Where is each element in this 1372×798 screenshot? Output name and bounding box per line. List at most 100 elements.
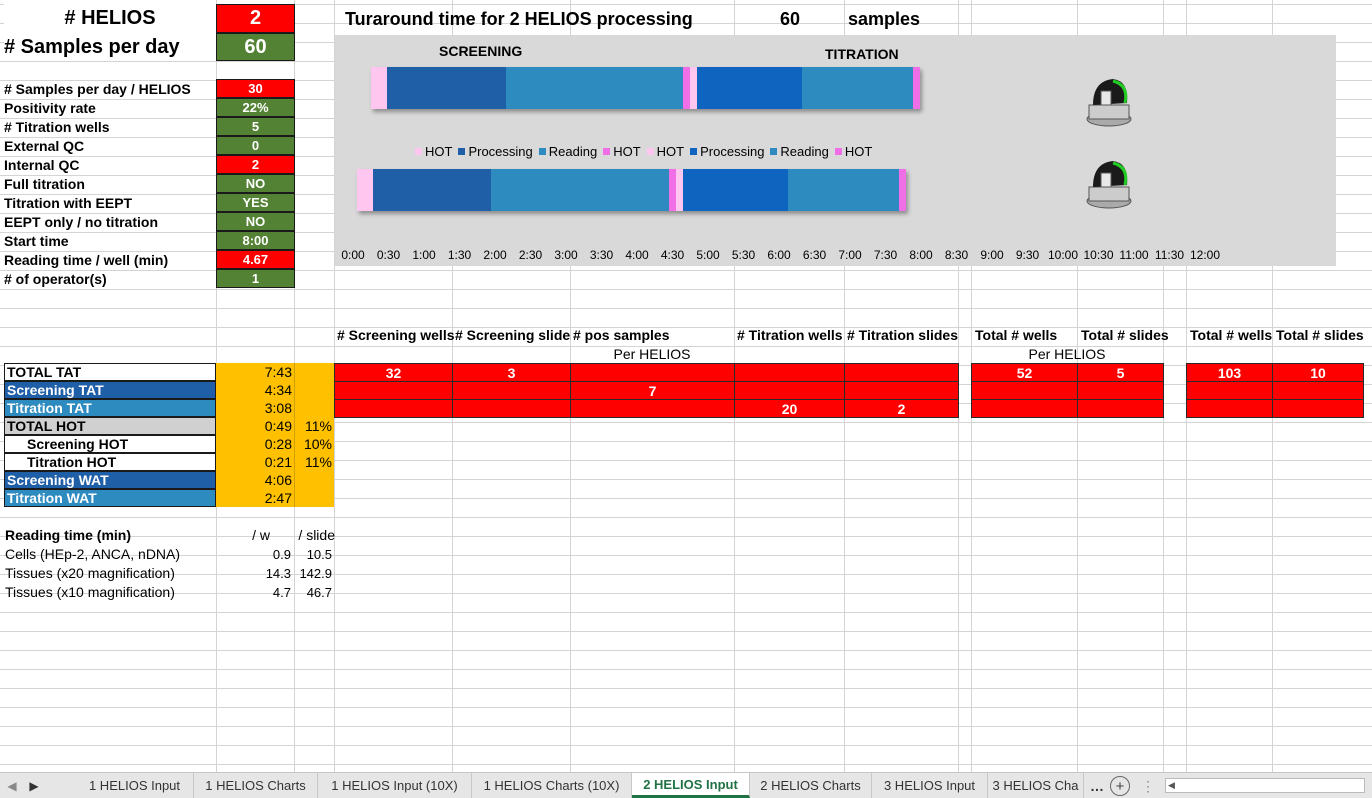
x-tick-label: 10:30 [1083, 248, 1114, 262]
cell-empty[interactable] [844, 363, 959, 382]
bar-segment-reading [801, 67, 914, 109]
add-sheet-icon[interactable]: + [1110, 776, 1130, 796]
bar-segment-hot [668, 169, 677, 211]
header-total-slides: Total # slides [1081, 327, 1169, 343]
legend-item: HOT [834, 143, 873, 159]
sheet-tab[interactable]: 1 HELIOS Input [76, 773, 194, 798]
tat-value[interactable]: 0:49 [216, 417, 295, 435]
sheet-tab[interactable]: 2 HELIOS Charts [750, 773, 872, 798]
x-tick-label: 8:00 [909, 248, 933, 262]
cell-empty[interactable] [1272, 399, 1364, 418]
tat-percent: 11% [294, 417, 334, 435]
cell-empty[interactable] [452, 399, 571, 418]
tat-value[interactable]: 4:34 [216, 381, 295, 399]
x-tick-label: 5:00 [696, 248, 720, 262]
param-label: Titration with EEPT [4, 194, 133, 211]
param-value[interactable]: 30 [216, 79, 295, 98]
cell-empty[interactable] [734, 363, 845, 382]
x-tick-label: 9:00 [980, 248, 1004, 262]
cell-empty[interactable] [971, 399, 1078, 418]
cell-empty[interactable] [971, 381, 1078, 400]
header-total-wells: Total # wells [975, 327, 1058, 343]
titration-slides-value[interactable]: 2 [844, 399, 959, 418]
x-tick-label: 1:00 [412, 248, 436, 262]
cell-empty[interactable] [334, 399, 453, 418]
scroll-right-icon[interactable]: ▶ [26, 777, 42, 795]
legend-label: HOT [844, 143, 873, 159]
cell-empty[interactable] [334, 381, 453, 400]
x-tick-label: 3:00 [554, 248, 578, 262]
legend-label: Processing [468, 143, 533, 159]
pos-samples-value[interactable]: 7 [570, 381, 735, 400]
bar-segment-processing [372, 169, 492, 211]
cell-empty[interactable] [1186, 399, 1273, 418]
bar-segment-hot [370, 67, 388, 109]
cell-empty[interactable] [1186, 381, 1273, 400]
cell-empty[interactable] [1077, 399, 1164, 418]
total-wells-value[interactable]: 52 [971, 363, 1078, 382]
cell-empty[interactable] [570, 399, 735, 418]
legend-swatch [834, 147, 842, 155]
param-value[interactable]: NO [216, 174, 295, 193]
tat-label: TOTAL HOT [4, 417, 216, 435]
spreadsheet-grid[interactable]: # HELIOS 2 # Samples per day 60 Turaroun… [0, 0, 1372, 772]
cell-empty[interactable] [452, 381, 571, 400]
samples-per-day-value[interactable]: 60 [216, 33, 295, 61]
gantt-chart[interactable]: SCREENING TITRATION HOT Processing Reading… [335, 35, 1336, 266]
param-value[interactable]: 22% [216, 98, 295, 117]
sheet-tab[interactable]: 3 HELIOS Cha [988, 773, 1084, 798]
header-titration-wells: # Titration wells [737, 327, 843, 343]
split-handle-icon[interactable]: ⋮ [1143, 777, 1153, 795]
param-value[interactable]: NO [216, 212, 295, 231]
bar-segment-hot [676, 169, 684, 211]
x-tick-label: 7:30 [873, 248, 898, 262]
param-value[interactable]: YES [216, 193, 295, 212]
sheet-tab-bar: ◀ ▶ 1 HELIOS Input 1 HELIOS Charts 1 HELIO… [0, 772, 1372, 798]
param-value[interactable]: 5 [216, 117, 295, 136]
legend-item: HOT [415, 144, 452, 159]
cell-empty[interactable] [844, 381, 959, 400]
scroll-left-icon[interactable]: ◀ [4, 777, 20, 795]
legend-swatch [415, 147, 422, 155]
tat-value[interactable]: 7:43 [216, 363, 295, 381]
tat-value[interactable]: 0:28 [216, 435, 295, 453]
tat-value[interactable]: 4:06 [216, 471, 295, 489]
param-value[interactable]: 1 [216, 269, 295, 288]
horizontal-scrollbar[interactable]: ◀ [1165, 778, 1365, 793]
chart-heading-suffix: samples [848, 8, 921, 29]
screening-slides-value[interactable]: 3 [452, 363, 571, 382]
titration-wells-value[interactable]: 20 [734, 399, 845, 418]
reading-col-slide: / slide [298, 527, 335, 543]
more-tabs-icon[interactable]: … [1086, 777, 1108, 795]
param-label: # of operator(s) [4, 270, 107, 287]
param-value[interactable]: 2 [216, 155, 295, 174]
tat-value[interactable]: 0:21 [216, 453, 295, 471]
cell-empty[interactable] [570, 363, 735, 382]
sheet-tab[interactable]: 1 HELIOS Input (10X) [318, 773, 472, 798]
legend-item: Processing [690, 144, 764, 159]
per-helios-caption-totals: Per HELIOS [1028, 346, 1106, 362]
bar-segment-hot [356, 169, 373, 211]
x-tick-label: 11:30 [1154, 248, 1185, 262]
sheet-tab[interactable]: 2 HELIOS Input [632, 773, 750, 798]
scrollbar-left-arrow-icon[interactable]: ◀ [1166, 780, 1175, 791]
cell-empty[interactable] [734, 381, 845, 400]
cell-empty[interactable] [1272, 381, 1364, 400]
tat-value[interactable]: 3:08 [216, 399, 295, 417]
param-label: Start time [4, 232, 69, 249]
total-wells-all-value[interactable]: 103 [1186, 363, 1273, 382]
helios-count-value[interactable]: 2 [216, 4, 295, 33]
sheet-tab[interactable]: 3 HELIOS Input [872, 773, 988, 798]
total-slides-value[interactable]: 5 [1077, 363, 1164, 382]
sheet-tab[interactable]: 1 HELIOS Charts (10X) [472, 773, 632, 798]
total-slides-all-value[interactable]: 10 [1272, 363, 1364, 382]
per-helios-caption: Per HELIOS [613, 346, 691, 362]
tat-percent: 11% [294, 453, 334, 471]
screening-wells-value[interactable]: 32 [334, 363, 453, 382]
param-value[interactable]: 0 [216, 136, 295, 155]
param-value[interactable]: 8:00 [216, 231, 295, 250]
sheet-tab[interactable]: 1 HELIOS Charts [194, 773, 318, 798]
cell-empty[interactable] [1077, 381, 1164, 400]
tat-value[interactable]: 2:47 [216, 489, 295, 507]
param-value[interactable]: 4.67 [216, 250, 295, 269]
